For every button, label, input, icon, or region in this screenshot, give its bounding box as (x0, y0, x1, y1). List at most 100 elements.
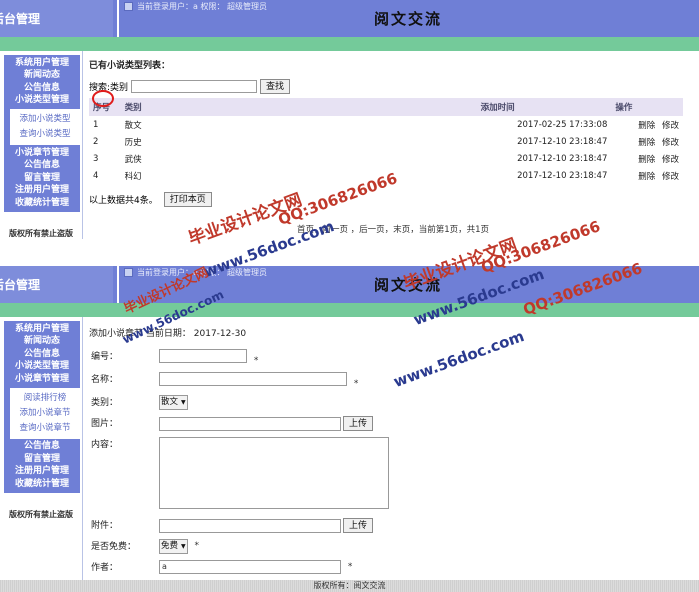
admin-brand-label: 后台管理 (0, 278, 41, 292)
edit-link[interactable]: 修改 (662, 138, 679, 148)
field-content-cell (157, 434, 391, 515)
sidebar-submenu-novel-chapter: 阅读排行榜 添加小说章节 查询小说章节 (10, 387, 80, 439)
green-separator-bar (0, 303, 699, 317)
field-category-cell: 散文 ▼ (157, 392, 391, 413)
search-input[interactable] (131, 80, 258, 93)
author-input[interactable]: a (159, 560, 341, 574)
code-input[interactable] (159, 349, 247, 363)
sidebar-item-message[interactable]: 留言管理 (4, 172, 80, 185)
sidebar-item-system-users[interactable]: 系统用户管理 (4, 323, 80, 336)
pagination-label[interactable]: 首页，前一页 ，后一页，末页，当前第1页，共1页 (297, 225, 489, 235)
sidebar-subitem-add-novel-chapter[interactable]: 添加小说章节 (10, 406, 80, 421)
sidebar-item-news[interactable]: 新闻动态 (4, 70, 80, 83)
sidebar-item-novel-type[interactable]: 小说类型管理 (4, 361, 80, 374)
sidebar-subitem-label: 添加小说类型 (19, 114, 71, 124)
sidebar-copyright: 版权所有禁止盗版 (9, 509, 73, 519)
add-chapter-form: 编号： * 名称： * 类别： 散文 ▼ 图片： 上传 内容： 附件： 上传 是… (89, 346, 391, 592)
delete-link[interactable]: 删除 (638, 138, 655, 148)
image-upload-button[interactable]: 上传 (343, 416, 374, 431)
form-row-image: 图片： 上传 (89, 413, 391, 434)
form-date-value: 2017-12-30 (193, 329, 247, 339)
is-free-select-value: 免费 (161, 541, 179, 551)
sidebar-item-label: 公告信息 (23, 348, 60, 359)
form-row-free: 是否免费： 免费 ▼ * (89, 536, 391, 557)
sidebar-item-message[interactable]: 留言管理 (4, 453, 80, 466)
sidebar-item-favorite-stats[interactable]: 收藏统计管理 (4, 478, 80, 491)
sidebar-subitem-query-novel-type[interactable]: 查询小说类型 (10, 127, 80, 142)
sidebar-menu: 系统用户管理 新闻动态 公告信息 小说类型管理 小说章节管理 阅读排行榜 添加小… (4, 321, 80, 493)
required-marker: * (353, 379, 359, 389)
sidebar-item-novel-chapter[interactable]: 小说章节管理 (4, 147, 80, 160)
field-name-cell: * (157, 369, 391, 392)
edit-link[interactable]: 修改 (662, 155, 679, 165)
page-title: 已有小说类型列表： (89, 61, 171, 71)
cell-operation: 删除 修改 (611, 133, 683, 150)
sidebar-subitem-label: 查询小说类型 (19, 129, 71, 139)
form-row-code: 编号： * (89, 346, 391, 369)
sidebar-item-novel-chapter[interactable]: 小说章节管理 (4, 373, 80, 386)
site-title: 阅文交流 (373, 10, 442, 28)
sidebar-item-system-users[interactable]: 系统用户管理 (4, 57, 80, 70)
form-row-attachment: 附件： 上传 (89, 515, 391, 536)
sidebar-item-registered-users[interactable]: 注册用户管理 (4, 185, 80, 198)
search-label: 搜索:类别 (89, 83, 129, 93)
sidebar-item-label: 注册用户管理 (14, 466, 69, 476)
field-code-cell: * (157, 346, 391, 369)
delete-link[interactable]: 删除 (638, 155, 655, 165)
label-author: 作者： (91, 563, 119, 573)
print-page-button[interactable]: 打印本页 (163, 192, 212, 207)
cell-no: 1 (93, 119, 99, 130)
cell-time: 2017-12-10 23:18:47 (517, 153, 608, 164)
delete-link[interactable]: 删除 (638, 172, 655, 182)
chevron-down-icon: ▼ (181, 398, 186, 406)
green-separator-bar (0, 37, 699, 51)
edit-link[interactable]: 修改 (662, 121, 679, 131)
sidebar-item-label: 系统用户管理 (14, 323, 69, 334)
cell-time: 2017-12-10 23:18:47 (517, 136, 608, 147)
attachment-upload-button[interactable]: 上传 (343, 518, 374, 533)
cell-no: 2 (93, 136, 99, 147)
form-row-category: 类别： 散文 ▼ (89, 392, 391, 413)
search-button[interactable]: 查找 (260, 79, 291, 94)
sidebar-item-notice-2[interactable]: 公告信息 (4, 160, 80, 173)
list-body: 系统用户管理 新闻动态 公告信息 小说类型管理 添加小说类型 查询小说类型 小说… (0, 51, 699, 239)
chevron-down-icon: ▼ (181, 542, 186, 550)
delete-link[interactable]: 删除 (638, 121, 655, 131)
sidebar-bottom: 系统用户管理 新闻动态 公告信息 小说类型管理 小说章节管理 阅读排行榜 添加小… (0, 317, 83, 592)
sidebar-item-notice[interactable]: 公告信息 (4, 348, 80, 361)
sidebar-item-label: 小说章节管理 (14, 373, 69, 384)
sidebar-item-favorite-stats[interactable]: 收藏统计管理 (4, 197, 80, 210)
sidebar-subitem-add-novel-type[interactable]: 添加小说类型 (10, 112, 80, 127)
cell-category: 历史 (124, 137, 142, 148)
field-is-free-cell: 免费 ▼ * (157, 536, 391, 557)
sidebar-item-label: 收藏统计管理 (14, 197, 69, 208)
sidebar-item-label: 新闻动态 (23, 70, 60, 80)
form-date-label: 当前日期： (145, 329, 191, 339)
sidebar-item-news[interactable]: 新闻动态 (4, 336, 80, 349)
sidebar-item-novel-type[interactable]: 小说类型管理 (4, 95, 80, 108)
attachment-path-input[interactable] (159, 518, 341, 533)
sidebar-item-registered-users[interactable]: 注册用户管理 (4, 466, 80, 479)
content-textarea[interactable] (159, 437, 389, 509)
category-select[interactable]: 散文 ▼ (159, 395, 188, 410)
category-select-value: 散文 (161, 397, 179, 407)
field-attachment-cell: 上传 (157, 515, 391, 536)
sidebar-item-notice[interactable]: 公告信息 (4, 82, 80, 95)
admin-brand: 后台管理 (0, 266, 113, 303)
name-input[interactable] (159, 372, 347, 386)
label-image: 图片： (91, 419, 119, 429)
pagination[interactable]: 首页，前一页 ，后一页，末页，当前第1页，共1页 (87, 223, 699, 235)
edit-link[interactable]: 修改 (662, 172, 679, 182)
table-header-row: 序号 类别 添加时间 操作 (89, 98, 683, 116)
sidebar-subitem-query-novel-chapter[interactable]: 查询小说章节 (10, 421, 80, 436)
field-image-cell: 上传 (157, 413, 391, 434)
image-path-input[interactable] (159, 416, 341, 431)
sidebar-item-label: 系统用户管理 (14, 57, 69, 68)
bottom-header-bar: 后台管理 当前登录用户：a 权限： 超级管理员 阅文交流 (0, 266, 699, 303)
sidebar-item-notice-2[interactable]: 公告信息 (4, 441, 80, 454)
form-page-screenshot: 后台管理 当前登录用户：a 权限： 超级管理员 阅文交流 系统用户管理 新闻动态… (0, 266, 699, 592)
sidebar-subitem-reading-rank[interactable]: 阅读排行榜 (10, 391, 80, 406)
is-free-select[interactable]: 免费 ▼ (159, 539, 188, 554)
col-header-time: 添加时间 (476, 98, 612, 116)
admin-brand-label: 后台管理 (0, 12, 41, 26)
